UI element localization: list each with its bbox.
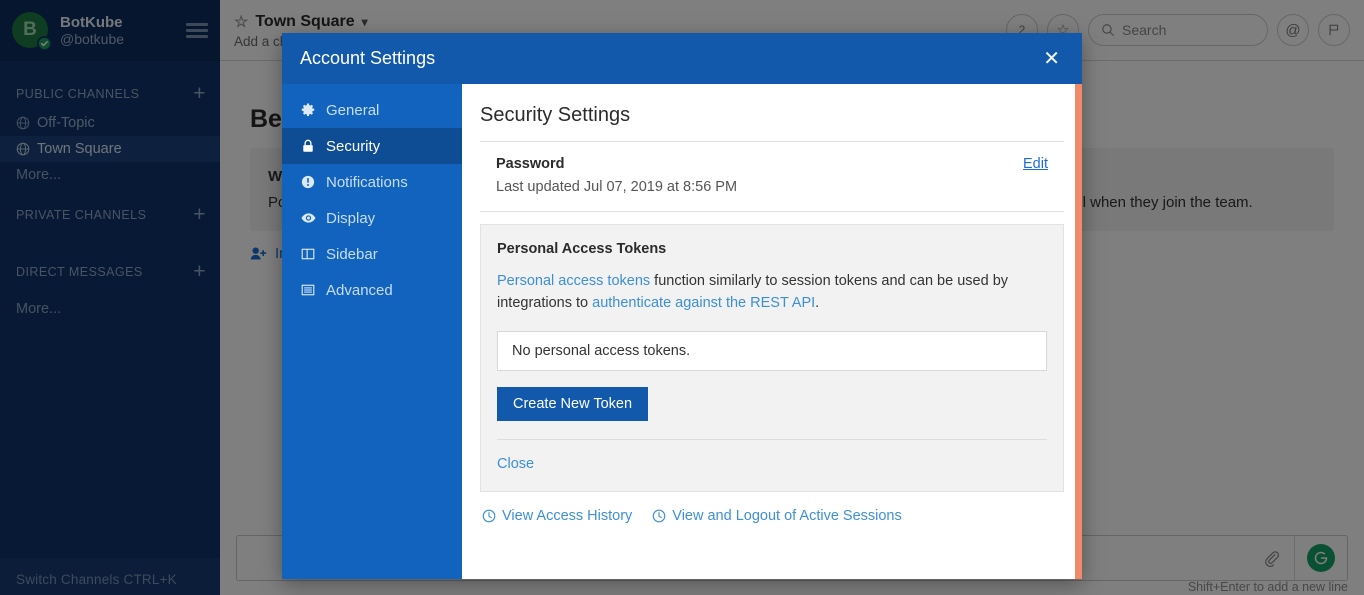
modal-title: Account Settings: [300, 48, 1037, 69]
gear-icon: [300, 103, 316, 117]
tab-label: Sidebar: [326, 246, 378, 263]
tokens-panel-title: Personal Access Tokens: [497, 241, 1047, 257]
lock-icon: [300, 139, 316, 153]
password-row: Password Last updated Jul 07, 2019 at 8:…: [480, 142, 1064, 211]
divider: [497, 439, 1047, 440]
tab-label: General: [326, 102, 379, 119]
section-title: Security Settings: [480, 104, 1064, 127]
modal-header: Account Settings ✕: [282, 33, 1082, 84]
tokens-description-end: .: [815, 295, 819, 311]
personal-access-tokens-panel: Personal Access Tokens Personal access t…: [480, 224, 1064, 492]
tab-label: Advanced: [326, 282, 393, 299]
password-edit-link[interactable]: Edit: [1023, 156, 1048, 172]
password-last-updated: Last updated Jul 07, 2019 at 8:56 PM: [496, 179, 1023, 195]
list-icon: [300, 283, 316, 297]
create-new-token-button[interactable]: Create New Token: [497, 387, 648, 421]
modal-body: General Security Notifications Display: [282, 84, 1082, 579]
tokens-empty-state: No personal access tokens.: [497, 331, 1047, 371]
view-active-sessions-link[interactable]: View and Logout of Active Sessions: [652, 508, 901, 524]
modal-scrollbar[interactable]: [1075, 84, 1082, 579]
tab-label: Security: [326, 138, 380, 155]
tokens-description: Personal access tokens function similarl…: [497, 270, 1047, 315]
close-icon[interactable]: ✕: [1037, 45, 1066, 73]
tab-notifications[interactable]: Notifications: [282, 164, 462, 200]
tab-label: Display: [326, 210, 375, 227]
tab-advanced[interactable]: Advanced: [282, 272, 462, 308]
settings-tab-list: General Security Notifications Display: [282, 84, 462, 579]
tab-sidebar[interactable]: Sidebar: [282, 236, 462, 272]
tokens-close-link[interactable]: Close: [497, 456, 534, 472]
tab-display[interactable]: Display: [282, 200, 462, 236]
password-label: Password: [496, 156, 1023, 172]
tab-label: Notifications: [326, 174, 408, 191]
view-access-history-link[interactable]: View Access History: [482, 508, 632, 524]
clock-icon: [482, 509, 496, 523]
tab-general[interactable]: General: [282, 92, 462, 128]
password-info: Password Last updated Jul 07, 2019 at 8:…: [496, 156, 1023, 195]
columns-icon: [300, 247, 316, 261]
link-label: View and Logout of Active Sessions: [672, 508, 901, 524]
exclamation-circle-icon: [300, 175, 316, 189]
clock-icon: [652, 509, 666, 523]
rest-api-link[interactable]: authenticate against the REST API: [592, 295, 815, 311]
tab-security[interactable]: Security: [282, 128, 462, 164]
account-settings-modal: Account Settings ✕ General Security: [282, 33, 1082, 579]
security-footer-links: View Access History View and Logout of A…: [480, 492, 1064, 524]
divider: [480, 211, 1064, 212]
personal-access-tokens-link[interactable]: Personal access tokens: [497, 273, 650, 289]
link-label: View Access History: [502, 508, 632, 524]
eye-icon: [300, 211, 316, 225]
security-settings-panel: Security Settings Password Last updated …: [462, 84, 1082, 579]
